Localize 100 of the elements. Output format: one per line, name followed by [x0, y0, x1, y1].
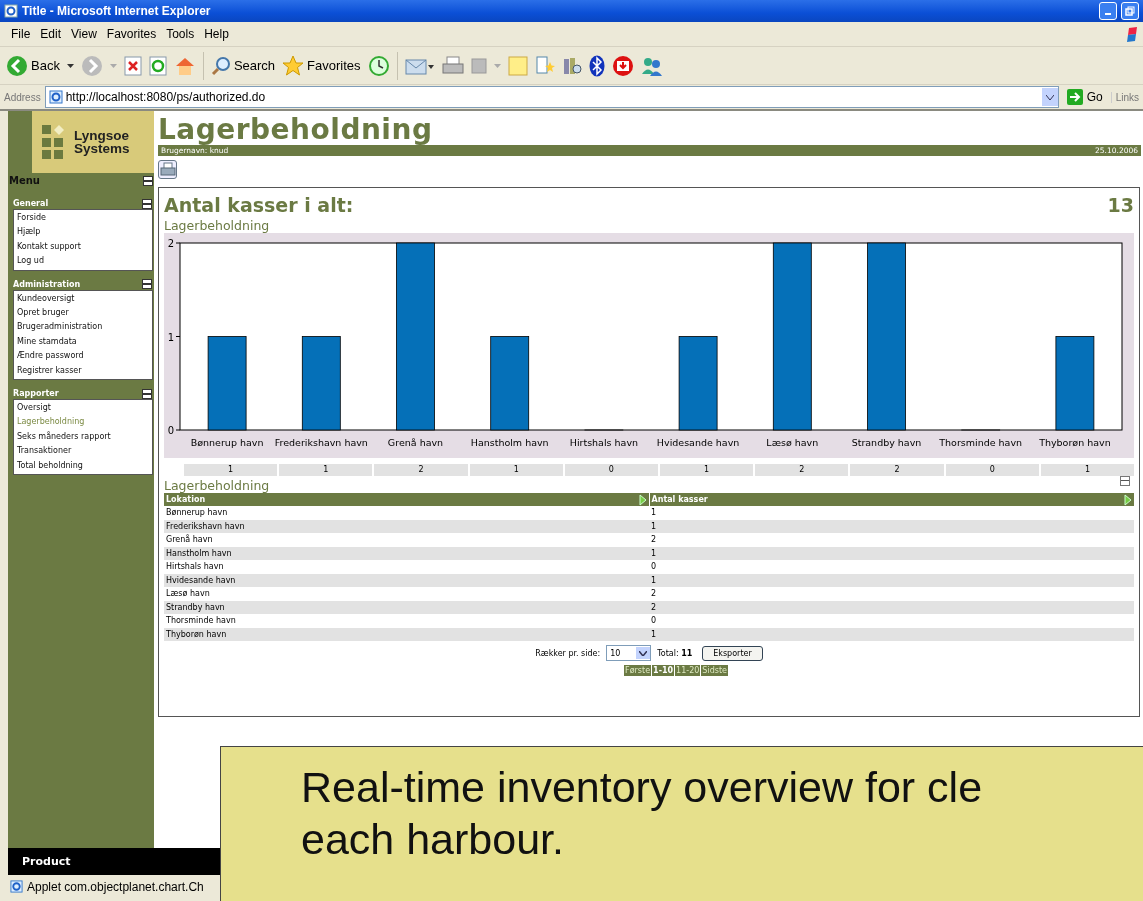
print-icon[interactable] [441, 55, 464, 76]
bluetooth-icon[interactable] [588, 54, 605, 77]
menu-item[interactable]: View [66, 25, 102, 43]
table-cell-text: 2 [650, 535, 658, 545]
menu-item[interactable]: Edit [35, 25, 67, 43]
print-button[interactable] [158, 160, 177, 179]
table-cell-text: 0 [650, 616, 658, 626]
arrow-right-icon [1066, 89, 1083, 105]
export-button[interactable]: Eksporter [702, 645, 763, 661]
collapse-icon[interactable] [142, 198, 152, 209]
menu-link[interactable]: Ændre password [17, 349, 149, 364]
axis-label: 0 [167, 425, 174, 436]
restore-icon [1125, 6, 1135, 16]
column-header[interactable]: Antal kasser [648, 493, 1134, 506]
stop-icon[interactable] [123, 55, 142, 76]
rows-per-page-label: Rækker pr. side: [535, 648, 601, 658]
collapse-icon[interactable] [142, 388, 152, 399]
table-title: Lagerbeholdning [164, 478, 270, 493]
axis-label: Hvidesande havn [656, 437, 740, 448]
footer-text: Product [22, 855, 71, 868]
minimize-button[interactable] [1099, 2, 1117, 20]
chart-title: Lagerbeholdning [164, 218, 271, 233]
star-icon [282, 54, 305, 77]
page-link[interactable]: Første [624, 665, 652, 676]
menu-link[interactable]: Total beholdning [17, 458, 149, 474]
back-button[interactable]: Back [6, 54, 60, 77]
status-text: Applet com.objectplanet.chart.Ch [27, 879, 204, 894]
page-icon [10, 880, 23, 893]
window-title: Title - Microsoft Internet Explorer [22, 4, 211, 18]
column-header[interactable]: Lokation [164, 493, 649, 506]
table-cell-text: 0 [650, 562, 658, 572]
menu-link[interactable]: Kundeoversigt [17, 291, 149, 307]
table-cell-text: Hirtshals havn [165, 562, 225, 572]
axis-label: Thyborøn havn [1039, 437, 1111, 448]
menu-item[interactable]: Help [199, 25, 234, 43]
sort-arrow-icon[interactable] [1124, 493, 1132, 506]
minimize-icon [1105, 12, 1111, 15]
go-button[interactable]: Go [1062, 89, 1107, 105]
page-title: Lagerbeholdning [158, 115, 433, 145]
table-cell-text: Thorsminde havn [165, 616, 237, 626]
value-cell: 1 [469, 464, 563, 476]
menu-item[interactable]: File [6, 25, 36, 43]
people-icon[interactable] [640, 55, 663, 76]
windows-logo-icon [1127, 26, 1137, 42]
refresh-icon[interactable] [148, 55, 167, 76]
menu-link[interactable]: Registrer kasser [17, 363, 149, 379]
search-icon [210, 55, 231, 76]
value-cell: 1 [279, 464, 373, 476]
menu-link[interactable]: Log ud [17, 254, 149, 269]
total-label: Total: 11 [657, 648, 693, 658]
axis-label: Læsø havn [766, 437, 819, 448]
table-cell-text: 1 [650, 629, 658, 639]
links-label[interactable]: Links [1110, 91, 1139, 103]
history-icon[interactable] [367, 54, 390, 77]
collapse-icon[interactable] [1120, 476, 1130, 486]
menu-link[interactable]: Mine stamdata [17, 334, 149, 350]
address-field[interactable]: http://localhost:8080/ps/authorized.do [44, 86, 1059, 108]
browser-icon [4, 4, 18, 18]
menu-link[interactable]: Brugeradministration [17, 320, 149, 335]
document-star-icon[interactable] [534, 55, 555, 76]
page-link[interactable]: Sidste [701, 665, 728, 676]
page-link[interactable]: 1-10 [652, 665, 675, 676]
menu-link[interactable]: Forside [17, 211, 149, 226]
menu-item[interactable]: Tools [161, 25, 200, 43]
table-cell-text: 2 [650, 589, 658, 599]
books-icon[interactable] [561, 55, 582, 76]
collapse-icon[interactable] [143, 175, 153, 186]
menu-link[interactable]: Opret bruger [17, 306, 149, 321]
caption-text: each harbour. [301, 814, 565, 865]
chevron-down-icon[interactable] [1045, 94, 1054, 100]
dropdown-arrow-icon[interactable] [66, 63, 74, 68]
favorites-button[interactable]: Favorites [282, 54, 361, 77]
table-cell-text: Frederikshavn havn [165, 521, 246, 531]
address-label: Address [4, 91, 41, 103]
value-cell: 2 [374, 464, 468, 476]
table-cell-text: Grenå havn [165, 535, 214, 545]
page-link[interactable]: 11-20 [675, 665, 701, 676]
menu-link[interactable]: Kontakt support [17, 239, 149, 255]
search-button[interactable]: Search [210, 55, 276, 76]
value-cell: 1 [660, 464, 754, 476]
chevron-down-icon [639, 650, 648, 656]
table-cell-text: 1 [650, 508, 658, 518]
menu-link[interactable]: Hjælp [17, 225, 149, 240]
menu-link[interactable]: Seks måneders rapport [17, 429, 149, 445]
logo-text: Lyngsoe [74, 129, 130, 142]
sort-arrow-icon[interactable] [638, 493, 647, 506]
restore-button[interactable] [1121, 2, 1139, 20]
menu-link[interactable]: Transaktioner [17, 444, 149, 459]
axis-label: 1 [167, 331, 174, 343]
axis-label: Bønnerup havn [190, 437, 264, 448]
rows-per-page-select[interactable]: 10 [606, 645, 652, 661]
menu-link[interactable]: Oversigt [17, 401, 149, 416]
axis-label: Thorsminde havn [939, 437, 1023, 448]
menu-link[interactable]: Lagerbeholdning [17, 415, 149, 430]
collapse-icon[interactable] [142, 279, 152, 290]
value-cell: 0 [564, 464, 658, 476]
menu-item[interactable]: Favorites [101, 25, 162, 43]
section-title: Administration [13, 279, 81, 289]
download-icon[interactable] [611, 54, 634, 77]
axis-label: Strandby havn [851, 437, 922, 448]
